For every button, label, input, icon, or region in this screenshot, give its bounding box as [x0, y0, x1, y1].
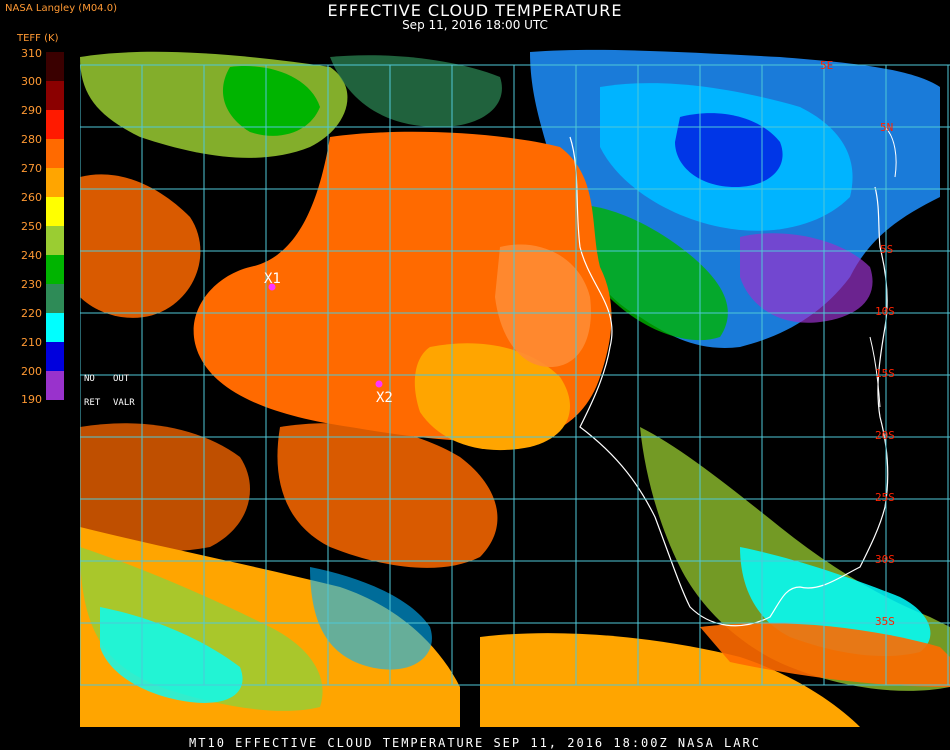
lat-label-20s: 20S	[875, 429, 895, 442]
lat-label-30s: 30S	[875, 553, 895, 566]
legend-swatch-200	[46, 342, 64, 371]
lat-label-25s: 25S	[875, 491, 895, 504]
legend-swatch-230	[46, 284, 64, 313]
lat-label-15s: 15S	[875, 367, 895, 380]
page-subtitle: Sep 11, 2016 18:00 UTC	[402, 18, 548, 32]
legend-valr-label: VALR	[113, 398, 135, 408]
legend-label-310: 310	[21, 47, 42, 60]
cloud-temperature-map: 5N 5S 10S 15S 20S 25S 30S 35S 5E X1 X2	[80, 47, 950, 727]
legend-swatch-310	[46, 52, 64, 81]
legend-label-280: 280	[21, 133, 42, 146]
lat-label-10s: 10S	[875, 305, 895, 318]
legend-swatch-300	[46, 81, 64, 110]
legend-swatch-260	[46, 197, 64, 226]
marker-x2-label: X2	[376, 390, 393, 406]
legend-label-240: 240	[21, 249, 42, 262]
legend-swatch-240	[46, 255, 64, 284]
legend-label-220: 220	[21, 307, 42, 320]
legend-label-230: 230	[21, 278, 42, 291]
lat-label-35s: 35S	[875, 615, 895, 628]
legend-swatch-290	[46, 110, 64, 139]
legend-label-210: 210	[21, 336, 42, 349]
legend-label-260: 260	[21, 191, 42, 204]
legend-swatch-190	[46, 371, 64, 400]
legend-out-label: OUT	[113, 374, 130, 384]
units-label: TEFF (K)	[17, 33, 59, 44]
legend-no-label: NO	[84, 374, 95, 384]
org-label: NASA Langley (M04.0)	[5, 3, 117, 14]
legend-label-290: 290	[21, 104, 42, 117]
footer-caption: MT10 EFFECTIVE CLOUD TEMPERATURE SEP 11,…	[189, 736, 761, 750]
lat-label-5n: 5N	[880, 121, 893, 134]
legend-ret-label: RET	[84, 398, 101, 408]
legend-swatch-270	[46, 168, 64, 197]
legend-label-190: 190	[21, 393, 42, 406]
legend-label-250: 250	[21, 220, 42, 233]
lat-label-5s: 5S	[880, 243, 893, 256]
marker-x1-label: X1	[264, 271, 281, 287]
legend-swatch-220	[46, 313, 64, 342]
legend-swatch-250	[46, 226, 64, 255]
legend-swatch-280	[46, 139, 64, 168]
legend-label-270: 270	[21, 162, 42, 175]
legend-label-200: 200	[21, 365, 42, 378]
legend-label-300: 300	[21, 75, 42, 88]
lon-label-5e: 5E	[820, 59, 833, 72]
color-legend: 310 300 290 280 270 260 250 240 230 220 …	[0, 47, 70, 407]
